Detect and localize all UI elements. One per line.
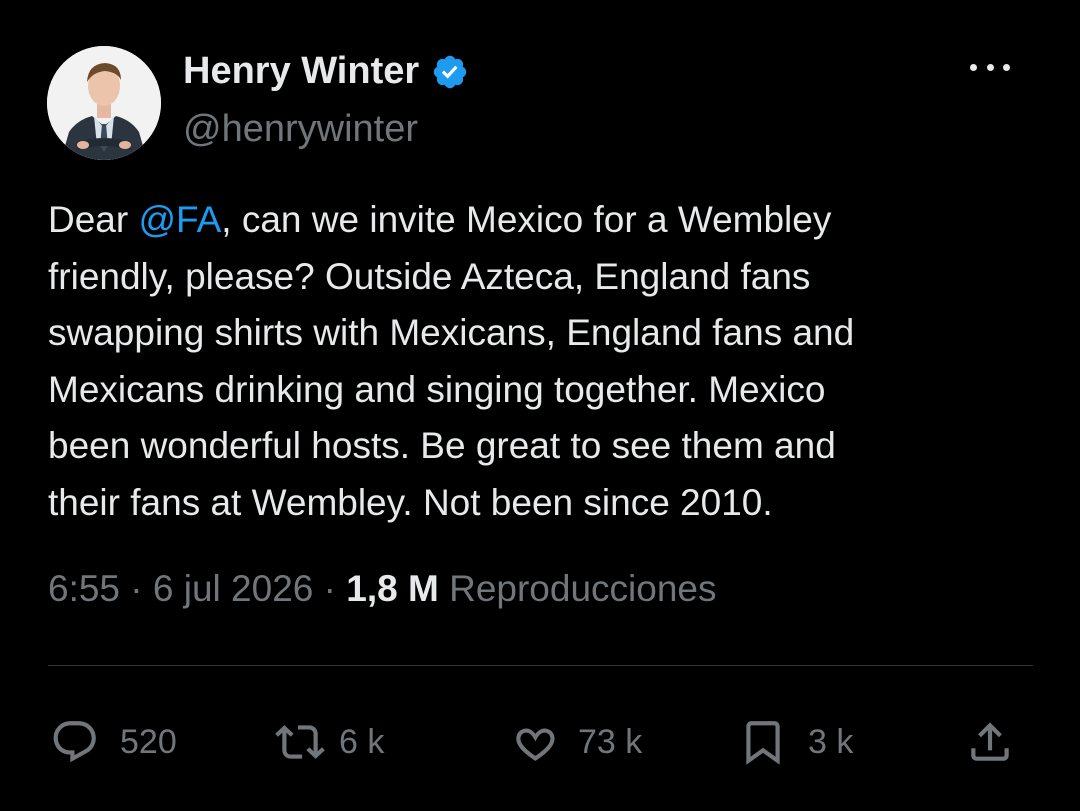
author-display-name[interactable]: Henry Winter bbox=[183, 50, 469, 93]
bookmark-icon bbox=[746, 721, 780, 765]
tweet-line-2: friendly, please? Outside Azteca, Englan… bbox=[48, 255, 811, 297]
repost-icon bbox=[275, 725, 325, 759]
verified-badge-icon bbox=[433, 55, 467, 88]
like-count: 73 k bbox=[578, 722, 643, 761]
avatar[interactable] bbox=[47, 46, 161, 160]
meta-separator: · bbox=[313, 568, 347, 609]
bookmark-count: 3 k bbox=[808, 722, 854, 761]
tweet-line-6: their fans at Wembley. Not been since 20… bbox=[48, 481, 773, 523]
author-handle[interactable]: @henrywinter bbox=[183, 108, 418, 151]
tweet-date[interactable]: 6 jul 2026 bbox=[153, 568, 313, 609]
tweet-time[interactable]: 6:55 bbox=[48, 568, 120, 609]
share-button[interactable] bbox=[965, 714, 1015, 770]
share-icon bbox=[971, 722, 1009, 761]
tweet-meta: 6:55 · 6 jul 2026 · 1,8 M Reproducciones bbox=[48, 568, 716, 610]
like-button[interactable]: 73 k bbox=[510, 714, 642, 770]
repost-button[interactable]: 6 k bbox=[275, 714, 384, 770]
meta-separator: · bbox=[120, 568, 153, 609]
tweet-line-1: Dear @FA, can we invite Mexico for a Wem… bbox=[48, 192, 1048, 249]
author-name-text[interactable]: Henry Winter bbox=[183, 50, 419, 93]
views-label[interactable]: Reproducciones bbox=[449, 568, 716, 609]
tweet-line-4: Mexicans drinking and singing together. … bbox=[48, 368, 826, 410]
more-icon-dot bbox=[1003, 63, 1010, 71]
tweet-text-segment: , can we invite Mexico for a Wembley bbox=[221, 199, 832, 240]
reply-icon bbox=[53, 721, 96, 763]
repost-count: 6 k bbox=[339, 722, 385, 761]
divider bbox=[48, 665, 1033, 666]
mention-link[interactable]: @FA bbox=[138, 199, 221, 240]
more-icon-dot bbox=[970, 63, 977, 71]
tweet-line-3: swapping shirts with Mexicans, England f… bbox=[48, 312, 855, 353]
reply-count: 520 bbox=[120, 722, 177, 761]
views-count: 1,8 M bbox=[346, 568, 439, 609]
like-icon bbox=[516, 728, 555, 761]
more-icon-dot bbox=[986, 63, 994, 71]
reply-button[interactable]: 520 bbox=[50, 714, 177, 770]
tweet-text-segment: Dear bbox=[48, 199, 139, 240]
bookmark-button[interactable]: 3 k bbox=[738, 714, 853, 770]
tweet-text: Dear @FA, can we invite Mexico for a Wem… bbox=[48, 192, 1048, 531]
tweet-line-5: been wonderful hosts. Be great to see th… bbox=[48, 425, 836, 466]
more-options-button[interactable] bbox=[970, 55, 1010, 79]
